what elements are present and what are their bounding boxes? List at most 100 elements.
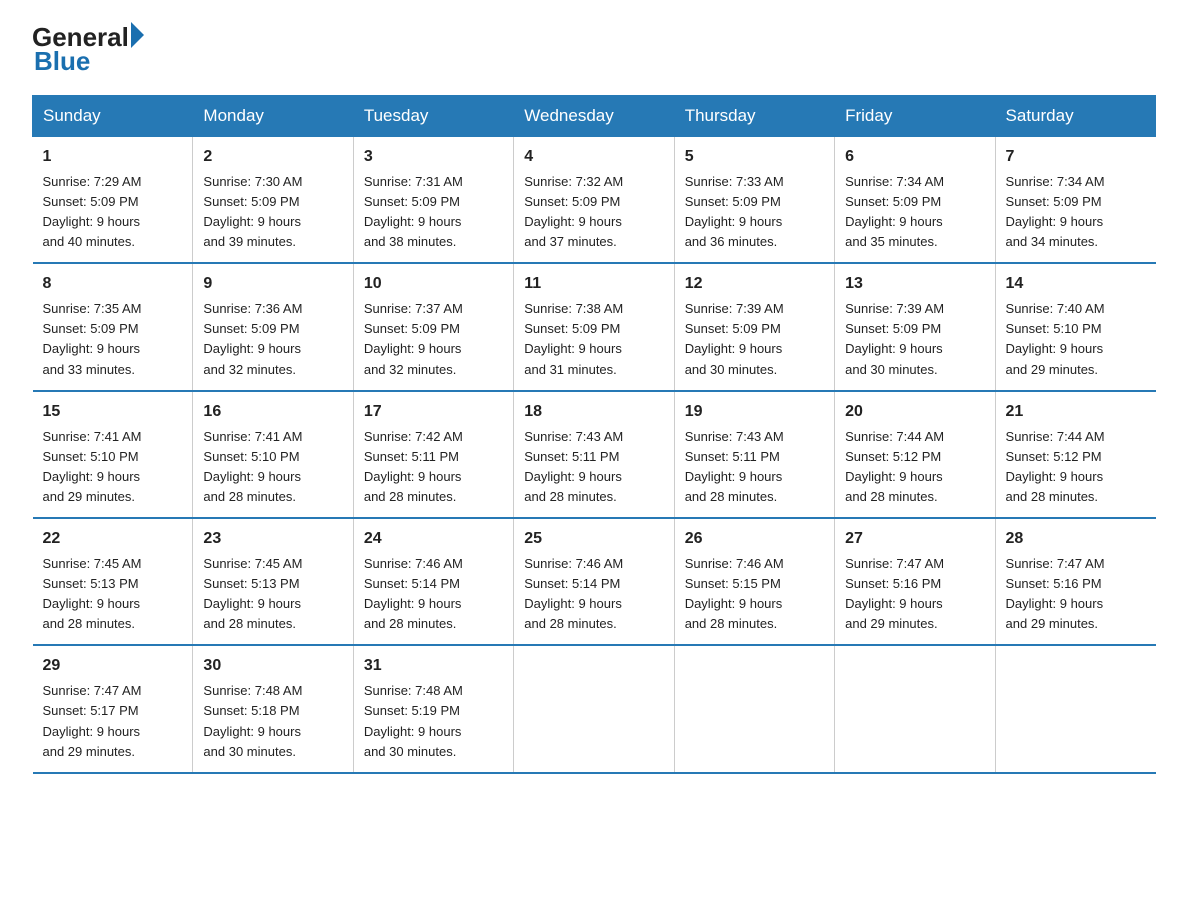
daylight-info: Daylight: 9 hoursand 39 minutes. <box>203 214 301 249</box>
sunrise-info: Sunrise: 7:34 AM <box>845 174 944 189</box>
sunset-info: Sunset: 5:09 PM <box>364 321 460 336</box>
calendar-day-cell: 19Sunrise: 7:43 AMSunset: 5:11 PMDayligh… <box>674 391 834 518</box>
calendar-week-row: 29Sunrise: 7:47 AMSunset: 5:17 PMDayligh… <box>33 645 1156 772</box>
sunrise-info: Sunrise: 7:45 AM <box>203 556 302 571</box>
sunrise-info: Sunrise: 7:48 AM <box>364 683 463 698</box>
day-number: 25 <box>524 527 663 552</box>
sunset-info: Sunset: 5:13 PM <box>43 576 139 591</box>
sunset-info: Sunset: 5:09 PM <box>524 321 620 336</box>
day-number: 29 <box>43 654 183 679</box>
daylight-info: Daylight: 9 hoursand 29 minutes. <box>43 724 141 759</box>
sunrise-info: Sunrise: 7:46 AM <box>524 556 623 571</box>
calendar-week-row: 1 Sunrise: 7:29 AM Sunset: 5:09 PM Daylight… <box>33 137 1156 264</box>
daylight-info: Daylight: 9 hoursand 28 minutes. <box>43 596 141 631</box>
calendar-day-cell: 13 Sunrise: 7:39 AM Sunset: 5:09 PM Dayligh… <box>835 263 995 390</box>
calendar-day-cell: 25Sunrise: 7:46 AMSunset: 5:14 PMDayligh… <box>514 518 674 645</box>
day-number: 10 <box>364 272 503 297</box>
sunrise-info: Sunrise: 7:41 AM <box>203 429 302 444</box>
calendar-day-cell: 14Sunrise: 7:40 AMSunset: 5:10 PMDayligh… <box>995 263 1155 390</box>
daylight-info: Daylight: 9 hoursand 28 minutes. <box>524 469 622 504</box>
day-number: 15 <box>43 400 183 425</box>
daylight-info: Daylight: 9 hoursand 28 minutes. <box>524 596 622 631</box>
day-number: 18 <box>524 400 663 425</box>
day-number: 23 <box>203 527 342 552</box>
sunrise-info: Sunrise: 7:35 AM <box>43 301 142 316</box>
sunrise-info: Sunrise: 7:43 AM <box>524 429 623 444</box>
calendar-day-cell: 9Sunrise: 7:36 AMSunset: 5:09 PMDaylight… <box>193 263 353 390</box>
calendar-day-cell: 23Sunrise: 7:45 AMSunset: 5:13 PMDayligh… <box>193 518 353 645</box>
sunrise-info: Sunrise: 7:38 AM <box>524 301 623 316</box>
sunrise-info: Sunrise: 7:42 AM <box>364 429 463 444</box>
day-number: 31 <box>364 654 503 679</box>
sunset-info: Sunset: 5:09 PM <box>845 194 941 209</box>
sunrise-info: Sunrise: 7:39 AM <box>685 301 784 316</box>
day-number: 6 <box>845 145 984 170</box>
header-wednesday: Wednesday <box>514 96 674 137</box>
day-number: 9 <box>203 272 342 297</box>
day-number: 3 <box>364 145 503 170</box>
calendar-day-cell <box>674 645 834 772</box>
sunset-info: Sunset: 5:09 PM <box>1006 194 1102 209</box>
sunset-info: Sunset: 5:09 PM <box>203 194 299 209</box>
sunset-info: Sunset: 5:11 PM <box>524 449 619 464</box>
header-monday: Monday <box>193 96 353 137</box>
sunset-info: Sunset: 5:09 PM <box>364 194 460 209</box>
day-number: 24 <box>364 527 503 552</box>
daylight-info: Daylight: 9 hoursand 30 minutes. <box>364 724 462 759</box>
calendar-table: SundayMondayTuesdayWednesdayThursdayFrid… <box>32 95 1156 774</box>
sunrise-info: Sunrise: 7:29 AM <box>43 174 142 189</box>
daylight-info: Daylight: 9 hoursand 40 minutes. <box>43 214 141 249</box>
sunrise-info: Sunrise: 7:31 AM <box>364 174 463 189</box>
daylight-info: Daylight: 9 hoursand 28 minutes. <box>685 469 783 504</box>
sunrise-info: Sunrise: 7:41 AM <box>43 429 142 444</box>
day-number: 1 <box>43 145 183 170</box>
daylight-info: Daylight: 9 hoursand 29 minutes. <box>43 469 141 504</box>
sunset-info: Sunset: 5:18 PM <box>203 703 299 718</box>
header-thursday: Thursday <box>674 96 834 137</box>
calendar-day-cell <box>514 645 674 772</box>
day-number: 22 <box>43 527 183 552</box>
sunrise-info: Sunrise: 7:32 AM <box>524 174 623 189</box>
daylight-info: Daylight: 9 hoursand 37 minutes. <box>524 214 622 249</box>
calendar-week-row: 15 Sunrise: 7:41 AM Sunset: 5:10 PM Dayligh… <box>33 391 1156 518</box>
calendar-header-row: SundayMondayTuesdayWednesdayThursdayFrid… <box>33 96 1156 137</box>
day-number: 27 <box>845 527 984 552</box>
day-number: 14 <box>1006 272 1146 297</box>
day-number: 8 <box>43 272 183 297</box>
sunrise-info: Sunrise: 7:47 AM <box>1006 556 1105 571</box>
sunset-info: Sunset: 5:09 PM <box>685 194 781 209</box>
daylight-info: Daylight: 9 hoursand 35 minutes. <box>845 214 943 249</box>
calendar-day-cell: 10Sunrise: 7:37 AMSunset: 5:09 PMDayligh… <box>353 263 513 390</box>
day-number: 26 <box>685 527 824 552</box>
sunrise-info: Sunrise: 7:33 AM <box>685 174 784 189</box>
calendar-day-cell: 6 Sunrise: 7:34 AM Sunset: 5:09 PM Daylight… <box>835 137 995 264</box>
daylight-info: Daylight: 9 hoursand 32 minutes. <box>203 341 301 376</box>
sunrise-info: Sunrise: 7:30 AM <box>203 174 302 189</box>
calendar-day-cell: 7Sunrise: 7:34 AMSunset: 5:09 PMDaylight… <box>995 137 1155 264</box>
calendar-day-cell: 17Sunrise: 7:42 AMSunset: 5:11 PMDayligh… <box>353 391 513 518</box>
day-number: 7 <box>1006 145 1146 170</box>
sunset-info: Sunset: 5:14 PM <box>364 576 460 591</box>
sunset-info: Sunset: 5:12 PM <box>1006 449 1102 464</box>
daylight-info: Daylight: 9 hoursand 28 minutes. <box>364 596 462 631</box>
sunrise-info: Sunrise: 7:39 AM <box>845 301 944 316</box>
sunset-info: Sunset: 5:09 PM <box>524 194 620 209</box>
day-number: 20 <box>845 400 984 425</box>
daylight-info: Daylight: 9 hoursand 30 minutes. <box>685 341 783 376</box>
daylight-info: Daylight: 9 hoursand 36 minutes. <box>685 214 783 249</box>
calendar-day-cell: 1Sunrise: 7:29 AMSunset: 5:09 PMDaylight… <box>33 137 193 264</box>
sunset-info: Sunset: 5:09 PM <box>845 321 941 336</box>
logo-blue: Blue <box>34 46 90 77</box>
sunset-info: Sunset: 5:11 PM <box>685 449 780 464</box>
day-number: 13 <box>845 272 984 297</box>
sunset-info: Sunset: 5:10 PM <box>43 449 139 464</box>
page-header: General Blue <box>32 24 1156 77</box>
sunset-info: Sunset: 5:16 PM <box>845 576 941 591</box>
daylight-info: Daylight: 9 hoursand 38 minutes. <box>364 214 462 249</box>
header-sunday: Sunday <box>33 96 193 137</box>
daylight-info: Daylight: 9 hoursand 29 minutes. <box>1006 341 1104 376</box>
daylight-info: Daylight: 9 hoursand 30 minutes. <box>845 341 943 376</box>
calendar-week-row: 22 Sunrise: 7:45 AM Sunset: 5:13 PM Dayligh… <box>33 518 1156 645</box>
calendar-day-cell: 26Sunrise: 7:46 AMSunset: 5:15 PMDayligh… <box>674 518 834 645</box>
sunrise-info: Sunrise: 7:36 AM <box>203 301 302 316</box>
